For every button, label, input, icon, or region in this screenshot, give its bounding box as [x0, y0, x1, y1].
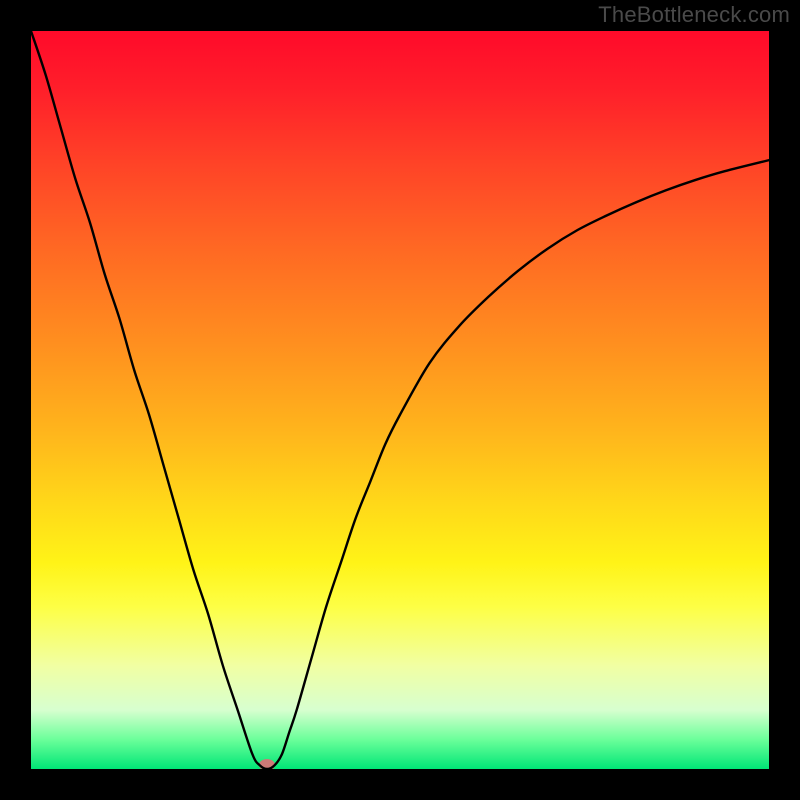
bottleneck-curve [31, 31, 769, 769]
watermark-text: TheBottleneck.com [598, 2, 790, 28]
chart-frame: TheBottleneck.com [0, 0, 800, 800]
plot-area [31, 31, 769, 769]
